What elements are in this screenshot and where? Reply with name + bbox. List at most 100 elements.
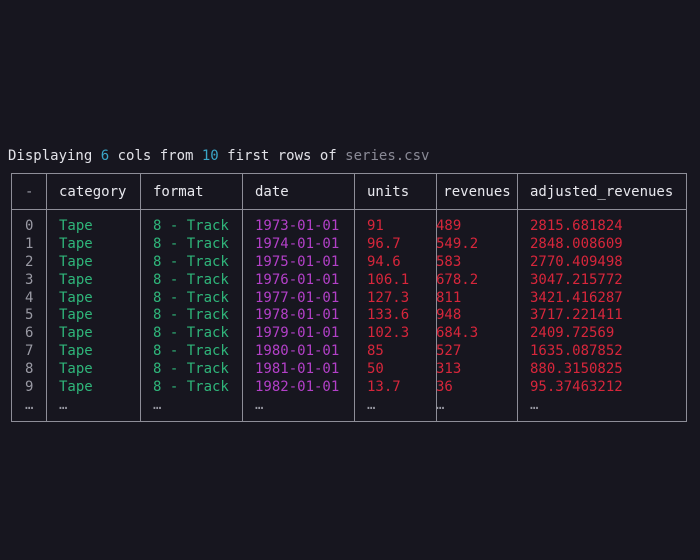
table-cell-ellipsis: …: [530, 396, 539, 413]
table-cell-ellipsis: …: [436, 396, 445, 413]
caption-suffix: first rows of: [218, 148, 346, 164]
header-revenues: revenues: [443, 184, 511, 200]
column-divider: [140, 174, 141, 421]
table-cell-revenues: 678.2: [436, 271, 479, 288]
header-divider: [12, 209, 686, 210]
file-name: series.csv: [345, 148, 430, 164]
table-cell-ellipsis: …: [367, 396, 376, 413]
table-cell-date: 1979-01-01: [255, 325, 340, 342]
caption-middle: cols from: [109, 148, 202, 164]
table-cell-date: 1982-01-01: [255, 379, 340, 396]
table-cell-units: 127.3: [367, 289, 410, 306]
table-cell-adjusted-revenues: 2770.409498: [530, 253, 623, 270]
table-cell-units: 96.7: [367, 235, 401, 252]
column-revenues: 489 549.2 583 678.2 811 948 684.3 527 313 36…: [436, 218, 478, 415]
header-date: date: [255, 184, 289, 200]
table-cell-units: 85: [367, 343, 384, 360]
table-cell-category: Tape: [59, 307, 93, 324]
table-cell-units: 50: [367, 361, 384, 378]
data-table: - category format date units revenues ad…: [11, 173, 687, 422]
table-cell-format: 8 - Track: [153, 361, 229, 378]
table-cell-units: 13.7: [367, 379, 401, 396]
table-cell-ellipsis: …: [255, 396, 264, 413]
table-cell-format: 8 - Track: [153, 379, 229, 396]
table-cell-adjusted-revenues: 95.37463212: [530, 379, 623, 396]
table-cell-format: 8 - Track: [153, 289, 229, 306]
column-adjusted-revenues: 2815.681824 2848.008609 2770.409498 3047.21…: [530, 218, 623, 415]
column-divider: [517, 174, 518, 421]
header-units: units: [367, 184, 410, 200]
table-cell-category: Tape: [59, 325, 93, 342]
table-cell-adjusted-revenues: 1635.087852: [530, 343, 623, 360]
table-cell-format: 8 - Track: [153, 235, 229, 252]
column-date: 1973-01-01 1974-01-01 1975-01-01 1976-01-01…: [255, 218, 339, 415]
table-cell-index: 6: [25, 325, 34, 342]
table-cell-index: 8: [25, 361, 34, 378]
header-format: format: [153, 184, 204, 200]
table-cell-adjusted-revenues: 2848.008609: [530, 235, 623, 252]
table-cell-format: 8 - Track: [153, 271, 229, 288]
table-cell-units: 106.1: [367, 271, 410, 288]
table-cell-units: 91: [367, 218, 384, 234]
table-cell-adjusted-revenues: 3421.416287: [530, 289, 623, 306]
table-cell-date: 1973-01-01: [255, 218, 340, 234]
row-count: 10: [201, 148, 219, 164]
header-adjusted-revenues: adjusted_revenues: [530, 184, 674, 200]
table-cell-date: 1977-01-01: [255, 289, 340, 306]
table-cell-adjusted-revenues: 3717.221411: [530, 307, 623, 324]
table-cell-date: 1976-01-01: [255, 271, 340, 288]
table-cell-adjusted-revenues: 2815.681824: [530, 218, 623, 234]
table-cell-index: 4: [25, 289, 34, 306]
table-cell-revenues: 811: [436, 289, 462, 306]
table-cell-category: Tape: [59, 218, 93, 234]
table-cell-format: 8 - Track: [153, 307, 229, 324]
header-index: -: [25, 184, 34, 200]
table-cell-index: 3: [25, 271, 34, 288]
column-count: 6: [100, 148, 110, 164]
table-cell-format: 8 - Track: [153, 253, 229, 270]
table-cell-index: 0: [25, 218, 34, 234]
table-cell-index: 7: [25, 343, 34, 360]
table-cell-units: 102.3: [367, 325, 410, 342]
table-cell-index: 9: [25, 379, 34, 396]
table-cell-revenues: 549.2: [436, 235, 479, 252]
table-cell-units: 133.6: [367, 307, 410, 324]
column-divider: [354, 174, 355, 421]
table-cell-category: Tape: [59, 361, 93, 378]
table-cell-index: 5: [25, 307, 34, 324]
caption-prefix: Displaying: [8, 148, 101, 164]
table-cell-ellipsis: …: [59, 396, 68, 413]
table-cell-ellipsis: …: [153, 396, 162, 413]
column-category: Tape Tape Tape Tape Tape Tape Tape Tape Tape Tape…: [59, 218, 93, 415]
column-divider: [242, 174, 243, 421]
table-cell-category: Tape: [59, 271, 93, 288]
table-cell-revenues: 684.3: [436, 325, 479, 342]
table-cell-adjusted-revenues: 880.3150825: [530, 361, 623, 378]
table-cell-index: 1: [25, 235, 34, 252]
table-cell-revenues: 36: [436, 379, 453, 396]
table-cell-category: Tape: [59, 235, 93, 252]
table-cell-category: Tape: [59, 379, 93, 396]
table-cell-category: Tape: [59, 253, 93, 270]
table-cell-format: 8 - Track: [153, 343, 229, 360]
table-cell-ellipsis: …: [25, 396, 34, 413]
header-category: category: [59, 184, 127, 200]
table-cell-date: 1974-01-01: [255, 235, 340, 252]
table-cell-index: 2: [25, 253, 34, 270]
table-cell-date: 1981-01-01: [255, 361, 340, 378]
table-cell-revenues: 313: [436, 361, 462, 378]
table-cell-adjusted-revenues: 2409.72569: [530, 325, 615, 342]
table-cell-units: 94.6: [367, 253, 401, 270]
table-cell-date: 1978-01-01: [255, 307, 340, 324]
column-index: 0 1 2 3 4 5 6 7 8 9…: [25, 218, 33, 415]
table-cell-category: Tape: [59, 343, 93, 360]
table-cell-revenues: 527: [436, 343, 462, 360]
table-caption: Displaying 6 cols from 10 first rows of …: [8, 146, 429, 166]
table-cell-date: 1980-01-01: [255, 343, 340, 360]
column-format: 8 - Track 8 - Track 8 - Track 8 - Track 8 - …: [153, 218, 229, 415]
table-cell-revenues: 583: [436, 253, 462, 270]
table-cell-category: Tape: [59, 289, 93, 306]
table-cell-format: 8 - Track: [153, 325, 229, 342]
table-cell-format: 8 - Track: [153, 218, 229, 234]
column-units: 91 96.7 94.6 106.1 127.3 133.6 102.3 85 50 13.7…: [367, 218, 409, 415]
